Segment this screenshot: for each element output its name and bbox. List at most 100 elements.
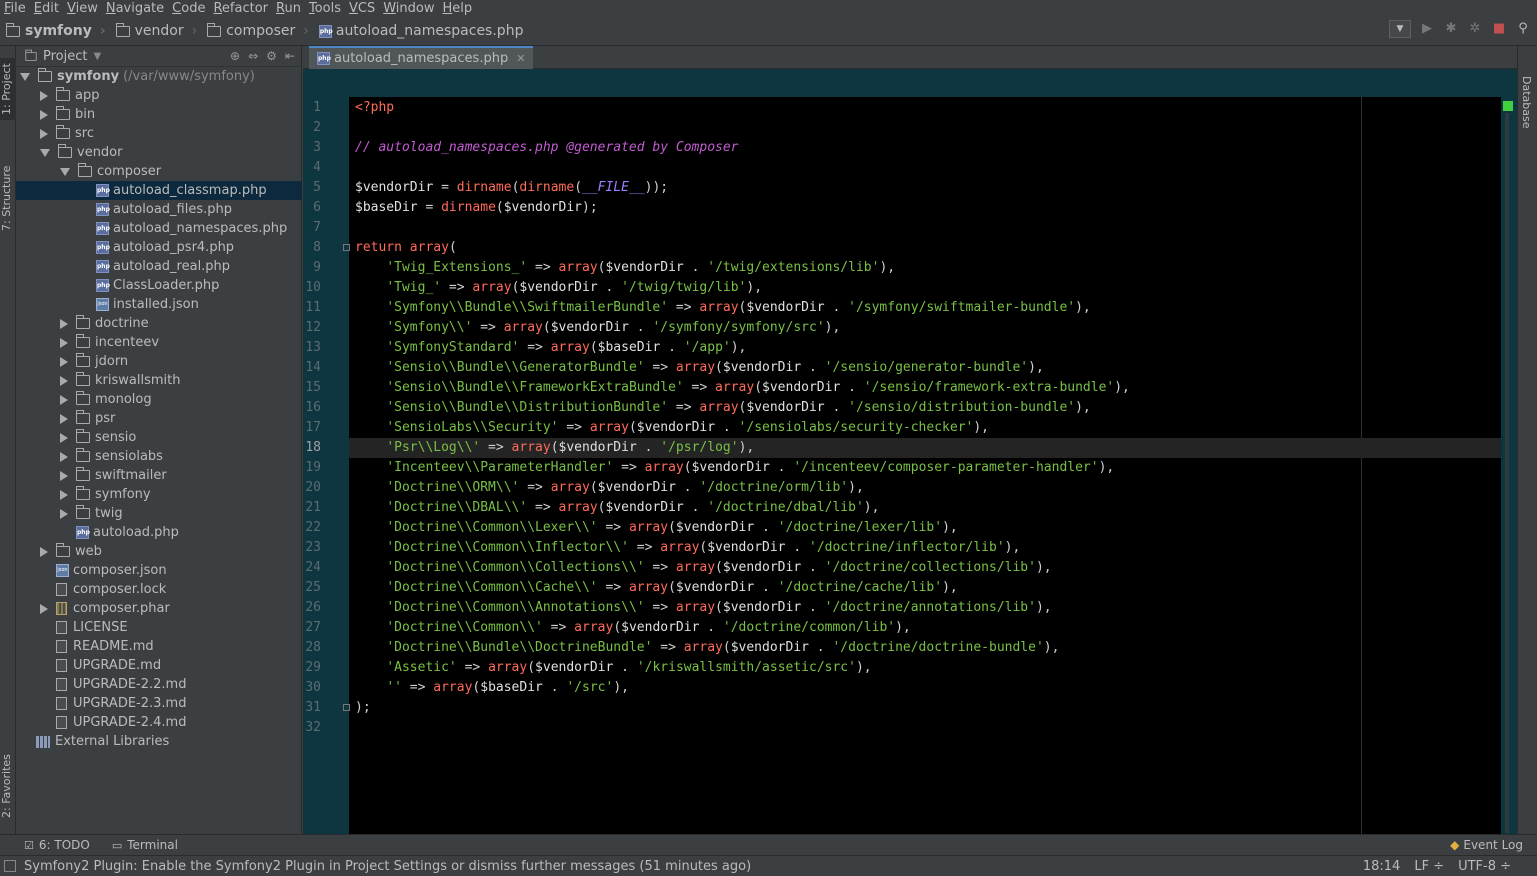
code-line[interactable]: 'Symfony\\' => array($vendorDir . '/symf… (355, 318, 840, 338)
chevron-right-icon[interactable] (40, 603, 48, 614)
tree-item[interactable]: php autoload_classmap.php (16, 181, 302, 200)
tree-item[interactable]: php ClassLoader.php (16, 276, 302, 295)
breadcrumb-file[interactable]: php autoload_namespaces.php (313, 23, 528, 39)
file-encoding[interactable]: UTF-8 ÷ (1458, 859, 1511, 874)
tree-item[interactable]: php autoload_namespaces.php (16, 219, 302, 238)
stop-icon[interactable]: ■ (1491, 21, 1507, 37)
tree-item[interactable]: swiftmailer (16, 466, 302, 485)
code-area[interactable]: <?php // autoload_namespaces.php @generat… (343, 97, 1501, 834)
tree-item[interactable]: doctrine (16, 314, 302, 333)
tree-item[interactable]: json composer.json (16, 561, 302, 580)
tree-item[interactable]: jdorn (16, 352, 302, 371)
tree-item[interactable]: php autoload_real.php (16, 257, 302, 276)
tree-item[interactable]: LICENSE (16, 618, 302, 637)
menu-navigate[interactable]: Navigate (102, 0, 168, 17)
tree-item[interactable]: kriswallsmith (16, 371, 302, 390)
collapse-all-icon[interactable]: ⇔ (248, 49, 258, 63)
code-line[interactable]: 'Doctrine\\Common\\' => array($vendorDir… (355, 618, 910, 638)
code-line[interactable]: 'Psr\\Log\\' => array($vendorDir . '/psr… (355, 438, 754, 458)
code-line[interactable]: 'SensioLabs\\Security' => array($vendorD… (355, 418, 989, 438)
hide-panel-icon[interactable]: ⇤ (285, 49, 295, 63)
chevron-right-icon[interactable] (60, 470, 68, 481)
chevron-right-icon[interactable] (60, 413, 68, 424)
search-icon[interactable]: ⚲ (1515, 21, 1531, 37)
fold-marker-icon[interactable] (343, 244, 350, 251)
tree-root[interactable]: symfony (/var/www/symfony) (16, 67, 302, 86)
code-line[interactable]: $vendorDir = dirname(dirname(__FILE__)); (355, 178, 668, 198)
tree-item[interactable]: symfony (16, 485, 302, 504)
tab-structure[interactable]: 7: Structure (0, 158, 16, 238)
chevron-right-icon[interactable] (40, 128, 48, 139)
tree-item[interactable]: web (16, 542, 302, 561)
tree-external-libraries[interactable]: External Libraries (16, 732, 302, 751)
chevron-right-icon[interactable] (40, 90, 48, 101)
code-line[interactable]: 'Doctrine\\Common\\Collections\\' => arr… (355, 558, 1051, 578)
tree-item[interactable]: src (16, 124, 302, 143)
tree-item[interactable]: php autoload.php (16, 523, 302, 542)
tree-item[interactable]: monolog (16, 390, 302, 409)
menu-file[interactable]: File (0, 0, 30, 17)
code-line[interactable]: $baseDir = dirname($vendorDir); (355, 198, 598, 218)
code-line[interactable]: // autoload_namespaces.php @generated by… (355, 138, 739, 158)
tree-item[interactable]: UPGRADE-2.2.md (16, 675, 302, 694)
view-dropdown-icon[interactable]: ▼ (93, 51, 101, 62)
tree-item[interactable]: twig (16, 504, 302, 523)
breadcrumb-vendor[interactable]: vendor › (110, 22, 202, 39)
code-line[interactable]: 'Doctrine\\Common\\Inflector\\' => array… (355, 538, 1020, 558)
tool-event-log[interactable]: ◆ Event Log (1450, 838, 1537, 852)
toggle-tool-windows-icon[interactable] (4, 860, 16, 872)
fold-marker-icon[interactable] (343, 704, 350, 711)
tree-item[interactable]: app (16, 86, 302, 105)
tool-terminal[interactable]: ▭ Terminal (102, 838, 190, 852)
tree-item[interactable]: UPGRADE-2.3.md (16, 694, 302, 713)
tree-item[interactable]: sensio (16, 428, 302, 447)
menu-vcs[interactable]: VCS (345, 0, 379, 17)
run-icon[interactable]: ▶ (1419, 21, 1435, 37)
chevron-right-icon[interactable] (60, 394, 68, 405)
run-config-dropdown[interactable]: ▼ (1389, 20, 1411, 38)
tree-item[interactable]: UPGRADE-2.4.md (16, 713, 302, 732)
tab-project[interactable]: 1: Project (0, 58, 16, 120)
code-line[interactable]: 'Doctrine\\Common\\Cache\\' => array($ve… (355, 578, 957, 598)
chevron-right-icon[interactable] (60, 375, 68, 386)
code-line[interactable]: 'Sensio\\Bundle\\DistributionBundle' => … (355, 398, 1090, 418)
code-line[interactable]: 'Doctrine\\ORM\\' => array($vendorDir . … (355, 478, 863, 498)
tab-autoload-namespaces[interactable]: php autoload_namespaces.php ✕ (309, 46, 534, 69)
tree-item[interactable]: php autoload_files.php (16, 200, 302, 219)
menu-code[interactable]: Code (168, 0, 209, 17)
editor-scrollbar[interactable] (1501, 97, 1517, 834)
code-line[interactable]: 'Symfony\\Bundle\\SwiftmailerBundle' => … (355, 298, 1090, 318)
debug-icon[interactable]: ✱ (1443, 21, 1459, 37)
tab-database[interactable]: Database (1520, 76, 1533, 129)
chevron-down-icon[interactable] (20, 72, 30, 81)
tree-item[interactable]: composer.lock (16, 580, 302, 599)
code-line[interactable]: 'Sensio\\Bundle\\FrameworkExtraBundle' =… (355, 378, 1130, 398)
caret-position[interactable]: 18:14 (1363, 859, 1400, 874)
chevron-right-icon[interactable] (40, 109, 48, 120)
menu-help[interactable]: Help (439, 0, 477, 17)
chevron-right-icon[interactable] (60, 451, 68, 462)
chevron-right-icon[interactable] (60, 432, 68, 443)
breadcrumb-project[interactable]: symfony › (0, 22, 110, 39)
status-message[interactable]: Symfony2 Plugin: Enable the Symfony2 Plu… (24, 859, 751, 874)
coverage-icon[interactable]: ✲ (1467, 21, 1483, 37)
code-line[interactable]: 'Doctrine\\Common\\Lexer\\' => array($ve… (355, 518, 957, 538)
code-editor[interactable]: 1 2 3 4 5 6 7 8 9 10 11 12 13 14 15 16 17 18 19 20 21 22 23 24 2… (303, 97, 1517, 834)
code-line[interactable]: 'Doctrine\\Bundle\\DoctrineBundle' => ar… (355, 638, 1059, 658)
tree-item[interactable]: incenteev (16, 333, 302, 352)
code-line[interactable]: 'Incenteev\\ParameterHandler' => array($… (355, 458, 1114, 478)
chevron-down-icon[interactable] (40, 148, 50, 157)
code-line[interactable]: 'Doctrine\\DBAL\\' => array($vendorDir .… (355, 498, 879, 518)
tree-item[interactable]: php autoload_psr4.php (16, 238, 302, 257)
menu-window[interactable]: Window (379, 0, 438, 17)
chevron-right-icon[interactable] (60, 489, 68, 500)
tool-todo[interactable]: ☑ 6: TODO (0, 838, 102, 852)
chevron-right-icon[interactable] (60, 508, 68, 519)
chevron-right-icon[interactable] (60, 356, 68, 367)
chevron-right-icon[interactable] (60, 318, 68, 329)
tree-item[interactable]: psr (16, 409, 302, 428)
tree-item[interactable]: sensiolabs (16, 447, 302, 466)
code-line[interactable]: 'SymfonyStandard' => array($baseDir . '/… (355, 338, 746, 358)
breadcrumb-composer[interactable]: composer › (201, 22, 313, 39)
chevron-right-icon[interactable] (40, 546, 48, 557)
